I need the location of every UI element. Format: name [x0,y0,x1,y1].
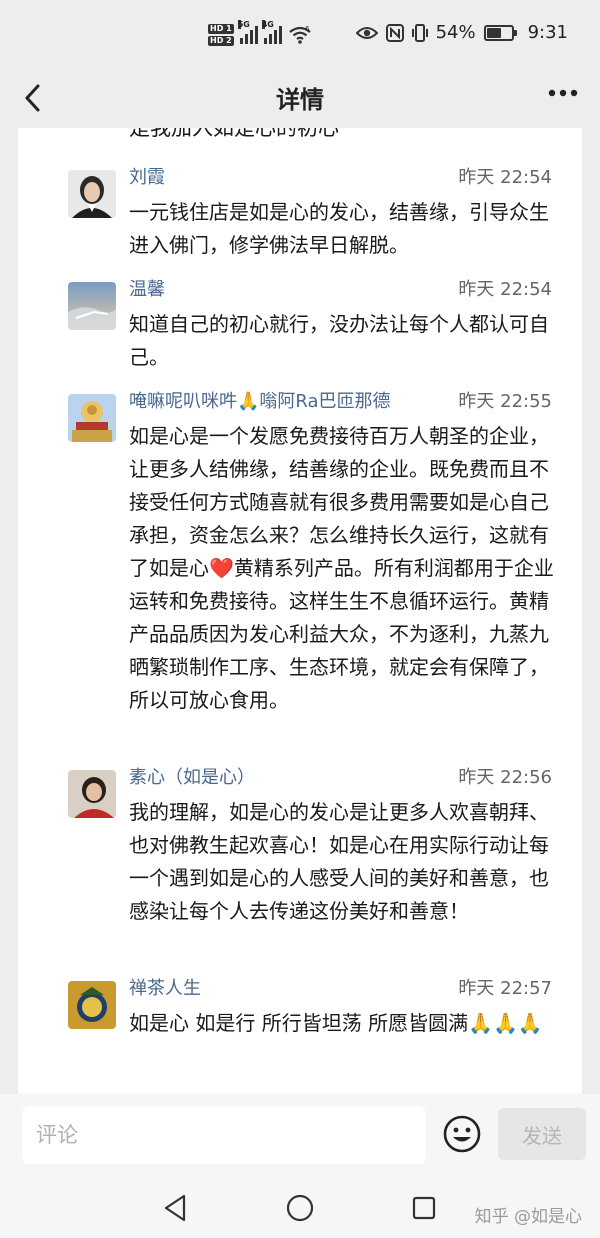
smiley-icon [443,1115,481,1153]
comment-input-bar: 发送 [0,1094,600,1178]
nfc-icon [385,23,404,42]
eye-icon [355,26,378,39]
truncated-comment-text: 是我加入如是心的初心 [129,128,339,140]
network-indicators: HD 1 HD 2 5G 4G 6 [208,20,312,50]
avatar-portrait[interactable] [68,170,116,218]
recents-button[interactable] [408,1192,440,1224]
sim1-badge: HD 1 [208,24,234,34]
nav-bar: 详情 [0,68,600,128]
comment-author[interactable]: 禅茶人生 [129,977,201,1001]
wifi-icon: 6 [289,25,311,44]
avatar-woman[interactable] [68,770,116,818]
comment-time: 昨天 22:54 [458,279,552,300]
avatar-temple[interactable] [68,394,116,442]
circle-home-icon [286,1194,314,1222]
comment-time: 昨天 22:57 [458,978,552,999]
comment-time: 昨天 22:55 [458,391,552,412]
wifi6-badge: 6 [305,25,310,33]
back-triangle-button[interactable] [160,1192,192,1224]
comment-author[interactable]: 素心（如是心） [129,766,255,790]
comment-list[interactable]: 是我加入如是心的初心 刘霞 昨天 22:54 一元钱住店是如是心的发心，结善缘，… [18,128,582,1094]
status-right: 54% 9:31 [355,22,568,43]
net1-label: 5G [237,20,250,29]
comment-author[interactable]: 唵嘛呢叭咪吽🙏嗡阿Ra巴匝那德 [129,390,391,414]
battery-percent: 54% [435,22,476,43]
avatar-sky[interactable] [68,282,116,330]
comment-author[interactable]: 温馨 [129,278,165,302]
sim-indicators: HD 1 HD 2 [208,23,234,47]
page-title: 详情 [276,86,324,114]
more-dots-icon [548,89,578,97]
signal-4g-icon: 4G [261,20,282,44]
comment-text: 我的理解，如是心的发心是让更多人欢喜朝拜、也对佛教生起欢喜心！如是心在用实际行动… [129,800,549,923]
more-button[interactable] [548,78,578,115]
square-recents-icon [412,1196,436,1220]
status-bar: HD 1 HD 2 5G 4G 6 54% 9:31 [0,0,600,68]
avatar-logo[interactable] [68,981,116,1029]
comment-time: 昨天 22:56 [458,767,552,788]
zhihu-watermark: 知乎 @如是心 [474,1207,582,1227]
home-button[interactable] [284,1192,316,1224]
system-nav-bar: 知乎 @如是心 [0,1178,600,1238]
net2-label: 4G [261,20,274,29]
emoji-button[interactable] [442,1114,482,1154]
comment-text: 如是心 如是行 所行皆坦荡 所愿皆圆满🙏🙏🙏 [129,1011,543,1035]
signal-5g-icon: 5G [237,20,258,44]
comment-input[interactable] [22,1106,426,1164]
triangle-back-icon [164,1194,186,1222]
comment-text: 知道自己的初心就行，没办法让每个人都认可自己。 [129,312,549,369]
send-button[interactable]: 发送 [498,1108,586,1160]
clock: 9:31 [527,22,568,43]
sim2-badge: HD 2 [208,36,234,46]
comment-time: 昨天 22:54 [458,167,552,188]
comment-text: 如是心是一个发愿免费接待百万人朝圣的企业，让更多人结佛缘，结善缘的企业。既免费而… [129,424,554,712]
vibrate-icon [411,23,428,42]
comment-text: 一元钱住店是如是心的发心，结善缘，引导众生进入佛门，修学佛法早日解脱。 [129,200,549,257]
battery-icon [483,24,517,41]
comment-author[interactable]: 刘霞 [129,166,165,190]
